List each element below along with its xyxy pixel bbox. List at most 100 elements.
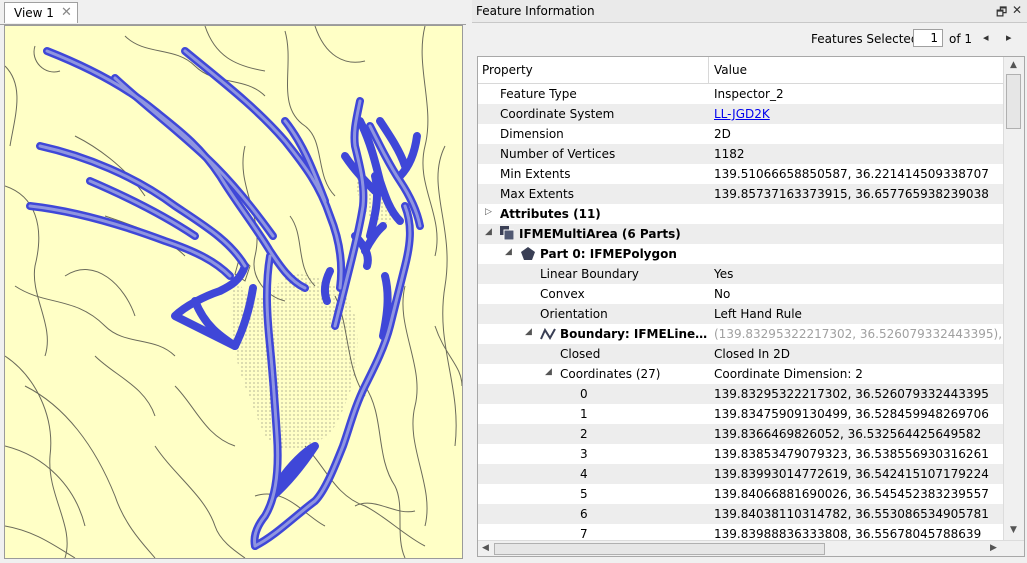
value-cell: Yes	[714, 267, 734, 281]
scroll-right-icon[interactable]: ▶	[990, 543, 997, 553]
vertical-scroll-thumb[interactable]	[1006, 74, 1021, 129]
table-row[interactable]: 5 139.84066881690026, 36.545452383239557	[478, 484, 1003, 504]
previous-feature-button[interactable]: ◂	[983, 31, 989, 44]
table-row[interactable]: ◢ Part 0: IFMEPolygon	[478, 244, 1003, 264]
table-row[interactable]: Coordinate System LL-JGD2K	[478, 104, 1003, 124]
collapse-arrow-icon[interactable]: ◢	[485, 227, 492, 237]
value-cell: 139.83853479079323, 36.538556930316261	[714, 447, 989, 461]
close-icon[interactable]: ✕	[61, 5, 72, 20]
value-cell: Left Hand Rule	[714, 307, 802, 321]
scroll-up-icon[interactable]: ▲	[1010, 60, 1017, 70]
table-row[interactable]: Convex No	[478, 284, 1003, 304]
horizontal-scroll-thumb[interactable]	[494, 543, 825, 555]
tab-view-1[interactable]: View 1 ✕	[4, 2, 78, 23]
property-cell: Dimension	[500, 127, 564, 141]
property-cell: Attributes (11)	[500, 207, 601, 221]
coordinate-index: 0	[580, 387, 588, 401]
property-cell: Convex	[540, 287, 585, 301]
property-cell: Coordinates (27)	[560, 367, 661, 381]
property-cell: Coordinate System	[500, 107, 615, 121]
coordinate-index: 5	[580, 487, 588, 501]
value-cell: 139.85737163373915, 36.657765938239038	[714, 187, 989, 201]
scroll-down-icon[interactable]: ▼	[1010, 525, 1017, 535]
property-cell: Boundary: IFMELine…	[560, 327, 708, 341]
value-cell: (139.83295322217302, 36.526079332443395)…	[714, 327, 1003, 341]
table-row[interactable]: Orientation Left Hand Rule	[478, 304, 1003, 324]
collapse-arrow-icon[interactable]: ◢	[525, 327, 532, 337]
view-tab-bar: View 1 ✕	[0, 0, 466, 25]
table-row[interactable]: 0 139.83295322217302, 36.526079332443395	[478, 384, 1003, 404]
close-icon[interactable]: ✕	[1012, 3, 1022, 17]
table-row[interactable]: 3 139.83853479079323, 36.538556930316261	[478, 444, 1003, 464]
selected-feature	[26, 47, 424, 550]
table-row[interactable]: 2 139.8366469826052, 36.532564425649582	[478, 424, 1003, 444]
collapse-arrow-icon[interactable]: ◢	[545, 367, 552, 377]
grid-header: Property Value	[478, 57, 1003, 84]
feature-information-panel: Feature Information 🗗 ✕ Features Selecte…	[472, 0, 1027, 563]
collapse-arrow-icon[interactable]: ◢	[505, 247, 512, 257]
features-selected-label: Features Selected:	[811, 32, 923, 46]
coordinate-system-link[interactable]: LL-JGD2K	[714, 107, 1003, 121]
scroll-left-icon[interactable]: ◀	[482, 543, 489, 553]
features-selected-input[interactable]	[913, 29, 943, 47]
value-cell: 139.83993014772619, 36.542415107179224	[714, 467, 989, 481]
polygon-icon	[521, 247, 535, 261]
float-icon[interactable]: 🗗	[996, 3, 1007, 24]
property-cell: Max Extents	[500, 187, 574, 201]
value-cell: 2D	[714, 127, 731, 141]
property-grid: Property Value Feature Type Inspector_2 …	[477, 56, 1025, 557]
horizontal-scrollbar[interactable]: ◀ ▶	[478, 540, 1024, 556]
features-total-label: of 1	[949, 32, 973, 46]
property-cell: Linear Boundary	[540, 267, 639, 281]
coordinate-index: 1	[580, 407, 588, 421]
column-divider[interactable]	[708, 57, 709, 83]
table-row[interactable]: 4 139.83993014772619, 36.542415107179224	[478, 464, 1003, 484]
panel-title: Feature Information	[476, 4, 595, 18]
features-selected-bar: Features Selected: of 1 ◂ ▸	[472, 28, 1027, 50]
property-cell: IFMEMultiArea (6 Parts)	[519, 227, 681, 241]
column-header-value[interactable]: Value	[714, 63, 747, 77]
property-cell: Feature Type	[500, 87, 577, 101]
column-header-property[interactable]: Property	[482, 63, 533, 77]
expand-arrow-icon[interactable]: ▷	[485, 207, 492, 217]
multi-area-icon	[500, 226, 515, 241]
table-row[interactable]: Dimension 2D	[478, 124, 1003, 144]
table-row[interactable]: ◢ Boundary: IFMELine… (139.8329532221730…	[478, 324, 1003, 344]
table-row[interactable]: ◢ Coordinates (27) Coordinate Dimension:…	[478, 364, 1003, 384]
table-row[interactable]: Feature Type Inspector_2	[478, 84, 1003, 104]
table-row[interactable]: Max Extents 139.85737163373915, 36.65776…	[478, 184, 1003, 204]
value-cell: 139.83475909130499, 36.528459948269706	[714, 407, 989, 421]
value-cell: 1182	[714, 147, 745, 161]
table-row[interactable]: Linear Boundary Yes	[478, 264, 1003, 284]
table-row[interactable]: 1 139.83475909130499, 36.528459948269706	[478, 404, 1003, 424]
value-cell: 139.51066658850587, 36.221414509338707	[714, 167, 989, 181]
table-row[interactable]: Min Extents 139.51066658850587, 36.22141…	[478, 164, 1003, 184]
coordinate-index: 4	[580, 467, 588, 481]
value-cell: 139.84038110314782, 36.553086534905781	[714, 507, 989, 521]
coordinate-index: 7	[580, 527, 588, 541]
coordinate-index: 6	[580, 507, 588, 521]
coordinate-index: 3	[580, 447, 588, 461]
value-cell: No	[714, 287, 731, 301]
value-cell: 139.84066881690026, 36.545452383239557	[714, 487, 989, 501]
property-cell: Number of Vertices	[500, 147, 616, 161]
coordinate-index: 2	[580, 427, 588, 441]
grid-rows: Feature Type Inspector_2 Coordinate Syst…	[478, 84, 1003, 544]
table-row[interactable]: Number of Vertices 1182	[478, 144, 1003, 164]
table-row[interactable]: Closed Closed In 2D	[478, 344, 1003, 364]
value-cell: 139.83295322217302, 36.526079332443395	[714, 387, 989, 401]
line-icon	[540, 327, 556, 341]
vertical-scrollbar[interactable]: ▲ ▼	[1003, 57, 1024, 540]
tab-label: View 1	[14, 6, 54, 20]
table-row[interactable]: 6 139.84038110314782, 36.553086534905781	[478, 504, 1003, 524]
panel-title-bar: Feature Information 🗗 ✕	[472, 0, 1027, 23]
map-canvas[interactable]	[4, 25, 463, 559]
value-cell: 139.83988836333808, 36.55678045788639	[714, 527, 982, 541]
value-cell: Coordinate Dimension: 2	[714, 367, 863, 381]
table-row[interactable]: ▷ Attributes (11)	[478, 204, 1003, 224]
map-drawing	[5, 26, 462, 558]
value-cell: Closed In 2D	[714, 347, 790, 361]
table-row[interactable]: ◢ IFMEMultiArea (6 Parts)	[478, 224, 1003, 244]
next-feature-button[interactable]: ▸	[1006, 31, 1012, 44]
value-cell: 139.8366469826052, 36.532564425649582	[714, 427, 982, 441]
